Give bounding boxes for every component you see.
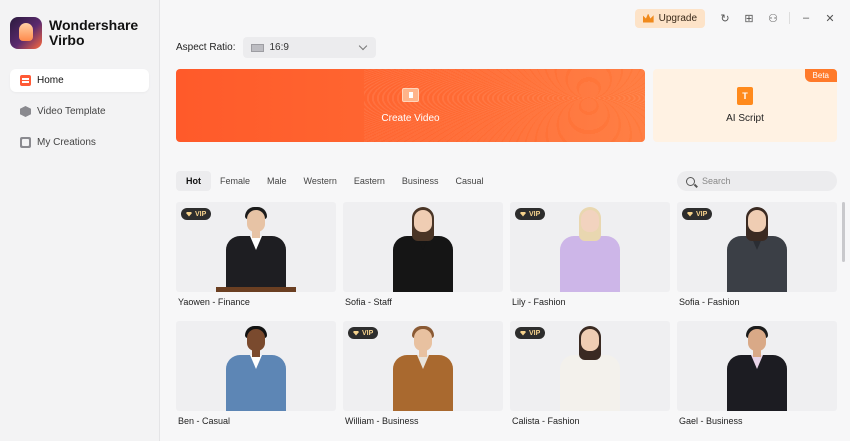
crown-icon — [642, 13, 654, 23]
avatar-name: Ben - Casual — [178, 416, 231, 426]
sidebar-item-label: My Creations — [37, 137, 96, 148]
sidebar-nav: Home Video Template My Creations — [10, 69, 149, 162]
avatar-name: William - Business — [345, 416, 419, 426]
chevron-down-icon — [359, 41, 368, 51]
avatar-card[interactable]: VIP Sofia - Fashion — [677, 202, 837, 307]
tab-male[interactable]: Male — [259, 171, 295, 191]
avatar-thumbnail — [677, 321, 837, 411]
avatar-card[interactable]: VIP Calista - Fashion — [510, 321, 670, 426]
account-icon[interactable]: ⚇ — [761, 8, 785, 28]
vip-badge: VIP — [348, 327, 379, 339]
tab-female[interactable]: Female — [212, 171, 258, 191]
search-input[interactable] — [702, 176, 822, 186]
template-icon — [20, 106, 31, 117]
avatar-thumbnail: VIP — [510, 202, 670, 292]
sidebar-item-label: Home — [37, 75, 64, 86]
avatar-figure — [717, 206, 797, 292]
sidebar: Wondershare Virbo Home Video Template My… — [0, 0, 160, 441]
aspect-ratio: Aspect Ratio: 16:9 — [176, 37, 377, 58]
ai-script-label: AI Script — [726, 113, 764, 124]
upgrade-label: Upgrade — [658, 12, 697, 24]
avatar-thumbnail: VIP — [677, 202, 837, 292]
app-name: Wondershare Virbo — [49, 18, 138, 48]
avatar-figure — [550, 325, 630, 411]
avatar-figure — [216, 325, 296, 411]
upgrade-button[interactable]: Upgrade — [634, 8, 705, 28]
sidebar-item-video-template[interactable]: Video Template — [10, 100, 149, 123]
avatar-card[interactable]: VIP Yaowen - Finance — [176, 202, 336, 307]
tab-business[interactable]: Business — [394, 171, 447, 191]
avatar-name: Lily - Fashion — [512, 297, 566, 307]
minimize-icon[interactable]: – — [794, 8, 818, 28]
search-box — [677, 171, 837, 191]
sidebar-item-label: Video Template — [37, 106, 106, 117]
vip-badge: VIP — [515, 208, 546, 220]
tab-eastern[interactable]: Eastern — [346, 171, 393, 191]
title-bar: Upgrade ↻ ⊞ ⚇ – ✕ — [634, 8, 842, 28]
avatar-thumbnail — [343, 202, 503, 292]
avatar-name: Sofia - Staff — [345, 297, 392, 307]
avatar-figure — [216, 206, 296, 292]
close-icon[interactable]: ✕ — [818, 8, 842, 28]
avatar-card[interactable]: Sofia - Staff — [343, 202, 503, 307]
avatar-grid: VIP Yaowen - Finance Sofia - Staff VIP Lily … — [176, 202, 838, 441]
app-name-line2: Virbo — [49, 32, 85, 48]
home-icon — [20, 75, 31, 86]
script-icon: T — [737, 87, 753, 105]
aspect-ratio-label: Aspect Ratio: — [176, 42, 236, 53]
avatar-figure — [717, 325, 797, 411]
vip-badge: VIP — [682, 208, 713, 220]
avatar-figure — [550, 206, 630, 292]
aspect-ratio-select[interactable]: 16:9 — [243, 37, 377, 58]
search-icon — [686, 176, 695, 186]
vip-badge: VIP — [181, 208, 212, 220]
sidebar-item-my-creations[interactable]: My Creations — [10, 131, 149, 154]
app-name-line1: Wondershare — [49, 17, 139, 33]
ratio-icon — [251, 43, 265, 52]
sidebar-item-home[interactable]: Home — [10, 69, 149, 92]
avatar-thumbnail: VIP — [510, 321, 670, 411]
tab-casual[interactable]: Casual — [447, 171, 491, 191]
avatar-figure — [383, 325, 463, 411]
avatar-name: Sofia - Fashion — [679, 297, 740, 307]
tab-hot[interactable]: Hot — [176, 171, 211, 191]
virbo-logo-icon — [10, 17, 42, 49]
category-tabs: Hot Female Male Western Eastern Business… — [176, 171, 492, 191]
avatar-figure — [383, 206, 463, 292]
avatar-name: Calista - Fashion — [512, 416, 580, 426]
apps-grid-icon[interactable]: ⊞ — [737, 8, 761, 28]
ai-script-button[interactable]: Beta T AI Script — [653, 69, 837, 142]
avatar-name: Gael - Business — [679, 416, 743, 426]
tab-western[interactable]: Western — [296, 171, 345, 191]
avatar-card[interactable]: Ben - Casual — [176, 321, 336, 426]
avatar-card[interactable]: Gael - Business — [677, 321, 837, 426]
vip-badge: VIP — [515, 327, 546, 339]
avatar-name: Yaowen - Finance — [178, 297, 250, 307]
avatar-thumbnail — [176, 321, 336, 411]
avatar-card[interactable]: VIP Lily - Fashion — [510, 202, 670, 307]
video-add-icon — [402, 88, 419, 102]
avatar-card[interactable]: VIP William - Business — [343, 321, 503, 426]
avatar-thumbnail: VIP — [343, 321, 503, 411]
scrollbar[interactable] — [842, 202, 845, 262]
avatar-thumbnail: VIP — [176, 202, 336, 292]
brand: Wondershare Virbo — [10, 17, 138, 49]
divider — [789, 12, 790, 24]
refresh-icon[interactable]: ↻ — [713, 8, 737, 28]
beta-badge: Beta — [804, 69, 837, 82]
create-video-button[interactable]: Create Video — [176, 69, 645, 142]
create-video-label: Create Video — [381, 113, 440, 124]
aspect-ratio-value: 16:9 — [269, 42, 289, 53]
creations-icon — [20, 137, 31, 148]
